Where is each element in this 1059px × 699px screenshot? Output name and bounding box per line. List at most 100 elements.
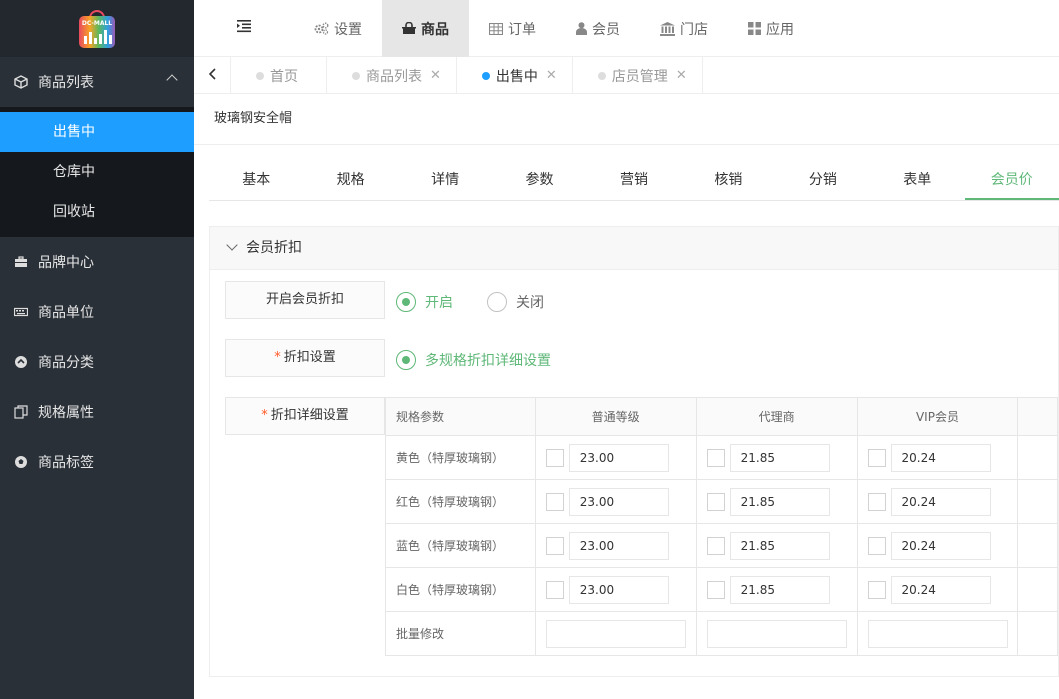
sidebar-group-label: 商品列表 <box>38 75 94 91</box>
radio-label: 关闭 <box>516 295 544 311</box>
tab-on-sale[interactable]: 出售中 ✕ <box>457 57 573 94</box>
row-checkbox[interactable] <box>706 536 725 555</box>
batch-input-normal[interactable] <box>545 619 686 648</box>
row-checkbox[interactable] <box>706 580 725 599</box>
topnav-apps[interactable]: 应用 <box>728 0 814 57</box>
row-checkbox[interactable] <box>867 536 886 555</box>
price-input[interactable]: 20.24 <box>890 531 991 560</box>
topnav-stores[interactable]: 门店 <box>640 0 728 57</box>
cube-icon <box>14 75 28 89</box>
table-header: 规格参数 <box>385 397 536 436</box>
enable-discount-label: 开启会员折扣 <box>225 281 385 319</box>
price-input[interactable]: 23.00 <box>568 443 669 472</box>
product-tab-verification[interactable]: 核销 <box>681 164 775 200</box>
price-input[interactable]: 23.00 <box>568 531 669 560</box>
sidebar-item-on-sale[interactable]: 出售中 <box>0 112 194 152</box>
price-input[interactable]: 21.85 <box>729 487 830 516</box>
row-checkbox[interactable] <box>545 448 564 467</box>
indent-icon <box>236 19 252 37</box>
member-price-table: 规格参数 普通等级 代理商 VIP会员 黄色（特厚玻璃钢） 23.00 21.8… <box>385 397 1058 656</box>
sidebar-item-brand-center[interactable]: 品牌中心 <box>0 237 194 287</box>
table-row: 黄色（特厚玻璃钢） 23.00 21.85 20.24 <box>385 435 1058 480</box>
sidebar-item-product-tags[interactable]: 商品标签 <box>0 437 194 487</box>
member-discount-panel: 会员折扣 开启会员折扣 开启 关闭 * 折扣设置 多规格折扣详细设置 * 折扣详细设… <box>209 226 1059 677</box>
sidebar-item-label: 商品分类 <box>38 355 94 371</box>
soccer-icon <box>14 455 28 469</box>
chevron-up-icon <box>166 74 178 86</box>
sidebar-toggle-button[interactable] <box>194 0 294 56</box>
topnav-label: 订单 <box>508 21 536 38</box>
tab-dot <box>481 71 490 80</box>
row-checkbox[interactable] <box>867 580 886 599</box>
row-checkbox[interactable] <box>545 580 564 599</box>
price-input[interactable]: 21.85 <box>729 443 830 472</box>
main-content: 玻璃钢安全帽 基本 规格 详情 参数 营销 核销 分销 表单 会员价 会员折扣 … <box>194 94 1059 699</box>
briefcase-icon <box>14 255 28 269</box>
price-input[interactable]: 23.00 <box>568 575 669 604</box>
topnav-members[interactable]: 会员 <box>556 0 640 57</box>
multi-spec-discount-radio[interactable]: 多规格折扣详细设置 <box>396 350 551 370</box>
sidebar-item-warehouse[interactable]: 仓库中 <box>0 152 194 192</box>
product-tab-params[interactable]: 参数 <box>492 164 586 200</box>
price-input[interactable]: 23.00 <box>568 487 669 516</box>
tab-dot <box>256 71 264 80</box>
tab-dot <box>352 71 360 80</box>
radio-label: 多规格折扣详细设置 <box>425 353 551 369</box>
sidebar-item-product-unit[interactable]: 商品单位 <box>0 287 194 337</box>
tab-home[interactable]: 首页 <box>231 57 327 94</box>
product-tab-basic[interactable]: 基本 <box>209 164 303 200</box>
tab-scroll-left-button[interactable] <box>194 57 231 94</box>
topnav-orders[interactable]: 订单 <box>469 0 556 57</box>
table-icon <box>489 22 503 35</box>
sidebar-group-product-list[interactable]: 商品列表 <box>0 57 194 107</box>
row-checkbox[interactable] <box>706 492 725 511</box>
batch-input-agent[interactable] <box>706 619 847 648</box>
sidebar-item-label: 商品单位 <box>38 305 94 321</box>
price-input[interactable]: 20.24 <box>890 487 991 516</box>
close-icon[interactable]: ✕ <box>676 68 687 83</box>
product-tab-member-price[interactable]: 会员价 <box>964 164 1059 200</box>
user-icon <box>576 22 587 35</box>
table-row: 红色（特厚玻璃钢） 23.00 21.85 20.24 <box>385 479 1058 524</box>
price-input[interactable]: 21.85 <box>729 531 830 560</box>
submenu: 出售中 仓库中 回收站 <box>0 107 194 237</box>
row-checkbox[interactable] <box>545 536 564 555</box>
tab-staff-management[interactable]: 店员管理 ✕ <box>573 57 703 94</box>
sidebar-item-label: 品牌中心 <box>38 255 94 271</box>
enable-discount-off-radio[interactable]: 关闭 <box>487 292 544 312</box>
product-tab-form[interactable]: 表单 <box>870 164 964 200</box>
required-mark: * <box>274 350 281 365</box>
member-discount-panel-header[interactable]: 会员折扣 <box>210 227 1058 270</box>
sidebar-item-product-category[interactable]: 商品分类 <box>0 337 194 387</box>
sidebar-item-recycle-bin[interactable]: 回收站 <box>0 192 194 232</box>
product-tab-marketing[interactable]: 营销 <box>587 164 681 200</box>
spec-cell: 黄色（特厚玻璃钢） <box>385 435 536 480</box>
topnav-products[interactable]: 商品 <box>382 0 469 57</box>
row-checkbox[interactable] <box>867 448 886 467</box>
price-input[interactable]: 20.24 <box>890 575 991 604</box>
tab-product-list[interactable]: 商品列表 ✕ <box>327 57 457 94</box>
close-icon[interactable]: ✕ <box>546 68 557 83</box>
product-tab-spec[interactable]: 规格 <box>303 164 397 200</box>
sidebar-item-spec-attributes[interactable]: 规格属性 <box>0 387 194 437</box>
close-icon[interactable]: ✕ <box>430 68 441 83</box>
row-checkbox[interactable] <box>867 492 886 511</box>
price-input[interactable]: 20.24 <box>890 443 991 472</box>
topnav-settings[interactable]: 设置 <box>294 0 382 57</box>
logo-text: DC-MALL <box>81 19 113 27</box>
top-nav: 设置 商品 订单 会员 门店 应用 <box>294 0 814 57</box>
row-checkbox[interactable] <box>545 492 564 511</box>
bag-icon <box>402 22 416 35</box>
logo[interactable]: DC-MALL <box>79 9 115 48</box>
product-tab-distribution[interactable]: 分销 <box>776 164 870 200</box>
chevron-down-icon <box>226 239 238 251</box>
price-input[interactable]: 21.85 <box>729 575 830 604</box>
radio-label: 开启 <box>425 295 453 311</box>
copy-icon <box>14 405 28 419</box>
enable-discount-on-radio[interactable]: 开启 <box>396 292 453 312</box>
batch-input-vip[interactable] <box>867 619 1008 648</box>
sidebar: DC-MALL 商品列表 出售中 仓库中 回收站 品牌中心 商品单位 商品分类 <box>0 0 194 699</box>
row-checkbox[interactable] <box>706 448 725 467</box>
circle-arrow-icon <box>14 355 28 369</box>
product-tab-detail[interactable]: 详情 <box>398 164 492 200</box>
